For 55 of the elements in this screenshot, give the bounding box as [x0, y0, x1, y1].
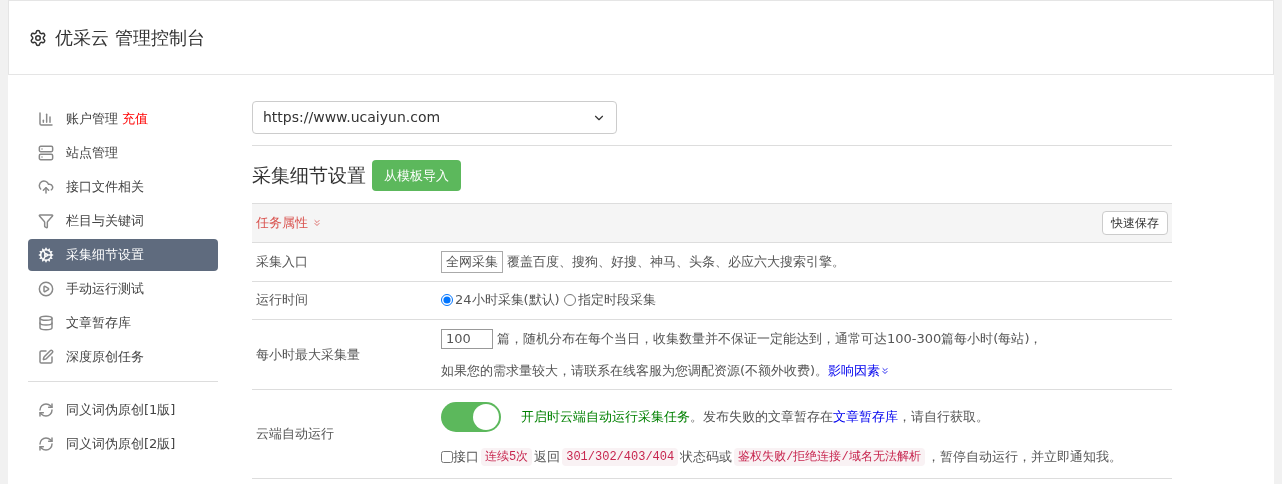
cloud-note-tail: ，请自行获取。	[898, 408, 989, 426]
sidebar-item[interactable]: 深度原创任务	[28, 341, 218, 373]
notify-checkbox[interactable]	[441, 450, 453, 463]
toggle-switch[interactable]	[441, 401, 501, 432]
field-label: 运行时间	[256, 291, 309, 309]
refresh-icon	[38, 436, 54, 452]
gears-icon	[38, 247, 54, 263]
code-tag: 鉴权失败/拒绝连接/域名无法解析	[734, 447, 925, 466]
database-icon	[38, 315, 54, 331]
server-icon	[38, 145, 54, 161]
amount-description: 篇，随机分布在每个当日，收集数量并不保证一定能达到，通常可达100-300篇每小时(每站)，	[497, 330, 1043, 348]
chevrons-down-icon	[312, 218, 322, 228]
sidebar-item[interactable]: 文章暂存库	[28, 307, 218, 339]
task-properties-heading[interactable]: 任务属性	[256, 213, 322, 233]
sidebar-item[interactable]: 同义词伪原创[2版]	[28, 428, 218, 460]
filter-icon	[38, 213, 54, 229]
notify-text: 状态码或	[680, 447, 733, 466]
section-title: 采集细节设置	[252, 163, 366, 189]
source-description: 覆盖百度、搜狗、好搜、神马、头条、必应六大搜索引擎。	[507, 253, 845, 272]
sidebar-item[interactable]: 同义词伪原创[1版]	[28, 394, 218, 426]
radio-option[interactable]: 24小时采集(默认)	[441, 290, 560, 310]
settings-icon	[29, 28, 47, 47]
notify-text: ，暂停自动运行，并立即通知我。	[926, 447, 1122, 466]
factors-link[interactable]: 影响因素	[828, 360, 891, 381]
radio-button[interactable]	[563, 293, 576, 306]
bar-chart-icon	[38, 111, 54, 127]
field-label: 云端自动运行	[256, 425, 335, 444]
sidebar-item[interactable]: 站点管理	[28, 137, 218, 169]
console-title: 优采云 管理控制台	[55, 26, 205, 50]
code-tag: 301/302/403/404	[562, 447, 679, 466]
site-select[interactable]: https://www.ucaiyun.com	[252, 101, 617, 134]
storage-link[interactable]: 文章暂存库	[833, 407, 898, 427]
code-tag: 连续5次	[481, 447, 533, 466]
play-icon	[38, 281, 54, 297]
cloud-upload-icon	[38, 179, 54, 195]
notify-text: 接口	[453, 447, 479, 466]
contact-note: 如果您的需求量较大，请联系在线客服为您调配资源(不额外收费)。	[441, 361, 829, 380]
sidebar-item[interactable]: 接口文件相关	[28, 171, 218, 203]
quick-save-button[interactable]: 快速保存	[1102, 211, 1168, 235]
radio-button[interactable]	[441, 293, 453, 306]
refresh-icon	[38, 402, 54, 418]
sidebar-item[interactable]: 手动运行测试	[28, 273, 218, 305]
field-label: 每小时最大采集量	[256, 345, 361, 364]
chevrons-down-icon	[880, 365, 891, 376]
amount-input[interactable]: 100	[441, 328, 493, 349]
sidebar-item[interactable]: 账户管理 充值	[28, 103, 218, 135]
sidebar-item[interactable]: 栏目与关键词	[28, 205, 218, 237]
source-option[interactable]: 全网采集	[441, 251, 503, 273]
field-label: 采集入口	[256, 253, 309, 272]
radio-option[interactable]: 指定时段采集	[563, 290, 656, 310]
cloud-description: 开启时云端自动运行采集任务。发布失败的文章暂存在	[521, 408, 833, 426]
edit-icon	[38, 349, 54, 365]
recharge-label: 充值	[122, 110, 148, 129]
notify-text: 返回	[534, 447, 561, 466]
sidebar-item[interactable]: 采集细节设置	[28, 239, 218, 271]
